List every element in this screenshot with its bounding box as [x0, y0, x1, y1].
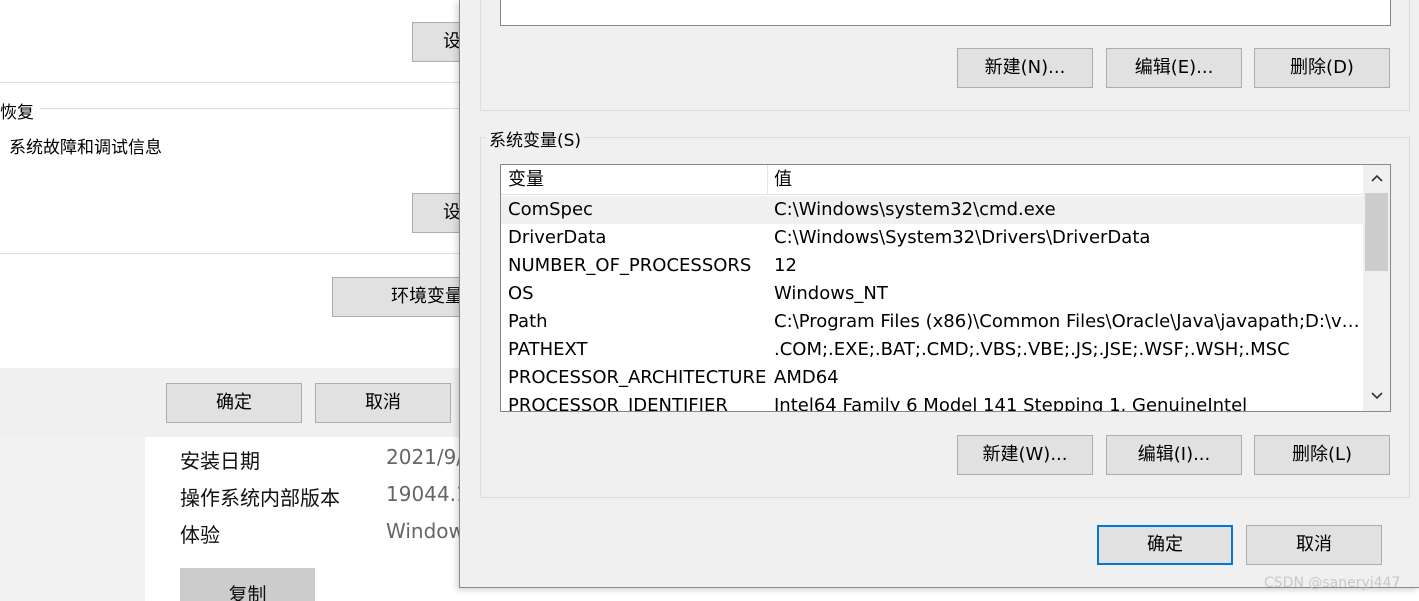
- vertical-scrollbar[interactable]: [1363, 165, 1390, 411]
- system-edit-button[interactable]: 编辑(I)...: [1106, 435, 1242, 475]
- column-header-variable[interactable]: 变量: [501, 165, 767, 195]
- variable-value: C:\Program Files (x86)\Common Files\Orac…: [774, 311, 1360, 332]
- recovery-group-label: 恢复: [0, 103, 34, 123]
- list-item[interactable]: DriverData C:\Windows\System32\Drivers\D…: [501, 224, 1363, 252]
- watermark: CSDN @saneryi447: [1264, 575, 1401, 591]
- advanced-tab-panel: 设 恢复 系统故障和调试信息 设 环境变量: [0, 0, 472, 368]
- divider: [0, 82, 470, 83]
- variable-value: Intel64 Family 6 Model 141 Stepping 1, G…: [774, 395, 1248, 412]
- variable-name: PROCESSOR_IDENTIFIER: [508, 395, 728, 412]
- variable-name: NUMBER_OF_PROCESSORS: [508, 255, 752, 276]
- variable-value: C:\Windows\system32\cmd.exe: [774, 199, 1056, 220]
- column-header-value[interactable]: 值: [767, 165, 1363, 195]
- user-delete-button[interactable]: 删除(D): [1254, 48, 1390, 88]
- experience-value: Window: [386, 519, 465, 543]
- divider: [0, 253, 470, 254]
- copy-button[interactable]: 复制: [180, 568, 315, 601]
- variable-value: 12: [774, 255, 797, 276]
- environment-variables-button[interactable]: 环境变量: [332, 277, 472, 317]
- os-build-label: 操作系统内部版本: [180, 486, 340, 510]
- system-variables-title: 系统变量(S): [486, 126, 585, 151]
- cancel-button[interactable]: 取消: [1246, 525, 1382, 565]
- variable-name: PATHEXT: [508, 339, 588, 360]
- system-properties-dialog: 设 恢复 系统故障和调试信息 设 环境变量 确定 取消: [0, 0, 472, 437]
- settings-nav-strip: [0, 430, 145, 601]
- scroll-up-icon[interactable]: [1363, 165, 1390, 193]
- variable-name: ComSpec: [508, 199, 593, 220]
- user-variables-list[interactable]: [500, 0, 1391, 26]
- system-variables-list[interactable]: 变量 值 ComSpec C:\Windows\system32\cmd.exe…: [500, 164, 1391, 412]
- list-item[interactable]: NUMBER_OF_PROCESSORS 12: [501, 252, 1363, 280]
- environment-variables-dialog: 新建(N)... 编辑(E)... 删除(D) 系统变量(S) 变量 值 Com…: [459, 0, 1419, 588]
- list-item[interactable]: PATHEXT .COM;.EXE;.BAT;.CMD;.VBS;.VBE;.J…: [501, 336, 1363, 364]
- system-properties-ok-button[interactable]: 确定: [166, 383, 302, 423]
- list-item[interactable]: OS Windows_NT: [501, 280, 1363, 308]
- variable-name: OS: [508, 283, 534, 304]
- user-new-button[interactable]: 新建(N)...: [957, 48, 1093, 88]
- scroll-down-icon[interactable]: [1363, 383, 1390, 411]
- list-item[interactable]: PROCESSOR_ARCHITECTURE AMD64: [501, 364, 1363, 392]
- ok-button[interactable]: 确定: [1097, 525, 1233, 565]
- list-header: 变量 值: [501, 165, 1363, 195]
- system-properties-cancel-button[interactable]: 取消: [315, 383, 451, 423]
- variable-value: C:\Windows\System32\Drivers\DriverData: [774, 227, 1151, 248]
- variable-value: Windows_NT: [774, 283, 888, 304]
- variable-value: .COM;.EXE;.BAT;.CMD;.VBS;.VBE;.JS;.JSE;.…: [774, 339, 1290, 360]
- system-delete-button[interactable]: 删除(L): [1254, 435, 1390, 475]
- recovery-description: 系统故障和调试信息: [9, 138, 162, 158]
- recovery-group-line: [40, 108, 470, 109]
- list-item[interactable]: PROCESSOR_IDENTIFIER Intel64 Family 6 Mo…: [501, 392, 1363, 412]
- user-edit-button[interactable]: 编辑(E)...: [1106, 48, 1242, 88]
- system-new-button[interactable]: 新建(W)...: [957, 435, 1093, 475]
- variable-name: DriverData: [508, 227, 607, 248]
- scroll-thumb[interactable]: [1365, 193, 1388, 271]
- list-item[interactable]: Path C:\Program Files (x86)\Common Files…: [501, 308, 1363, 336]
- install-date-label: 安装日期: [180, 449, 260, 473]
- variable-value: AMD64: [774, 367, 839, 388]
- list-item[interactable]: ComSpec C:\Windows\system32\cmd.exe: [501, 196, 1363, 224]
- variable-name: PROCESSOR_ARCHITECTURE: [508, 367, 767, 388]
- variable-name: Path: [508, 311, 548, 332]
- experience-label: 体验: [180, 523, 220, 547]
